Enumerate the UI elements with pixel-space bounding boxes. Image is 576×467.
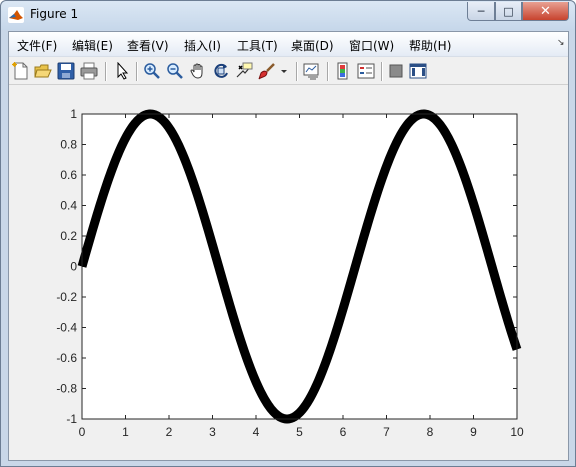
y-tick-label: 0.4 <box>60 199 77 213</box>
x-tick-label: 9 <box>470 425 477 439</box>
y-tick-label: 0 <box>70 260 77 274</box>
toolbar-separator <box>381 62 382 81</box>
toolbar-separator <box>296 62 297 81</box>
y-tick-label: 1 <box>70 107 77 121</box>
rotate-3d-icon[interactable] <box>212 62 230 80</box>
zoom-in-icon[interactable] <box>143 62 161 80</box>
toolbar-separator <box>136 62 137 81</box>
link-plot-icon[interactable] <box>303 62 321 80</box>
pan-hand-icon[interactable] <box>189 62 207 80</box>
show-plot-tools-icon[interactable] <box>409 62 427 80</box>
edit-plot-arrow-icon[interactable] <box>113 62 131 80</box>
x-tick-label: 5 <box>296 425 303 439</box>
x-tick-label: 3 <box>209 425 216 439</box>
x-tick-label: 6 <box>340 425 347 439</box>
menu-bar: 文件(F) 编辑(E) 查看(V) 插入(I) 工具(T) 桌面(D) 窗口(W… <box>9 32 568 57</box>
menu-help[interactable]: 帮助(H) <box>409 37 451 54</box>
toolbar-separator <box>105 62 106 81</box>
menu-view[interactable]: 查看(V) <box>127 37 169 54</box>
plot-area <box>82 114 517 419</box>
colorbar-icon[interactable] <box>334 62 352 80</box>
print-icon[interactable] <box>80 62 98 80</box>
toolbar-separator <box>327 62 328 81</box>
window-title: Figure 1 <box>30 7 79 21</box>
legend-icon[interactable] <box>357 62 375 80</box>
x-tick-label: 0 <box>79 425 86 439</box>
axes[interactable]: 0 1 2 3 4 5 6 7 8 9 10 -1 -0.8 -0.6 -0.4 -0.2 0 0.2 0.4 0.6… <box>56 107 524 439</box>
y-tick-label: 0.6 <box>60 168 77 182</box>
minimize-icon: ─ <box>477 4 485 18</box>
close-button[interactable]: ✕ <box>522 2 569 21</box>
minimize-button[interactable]: ─ <box>467 2 495 21</box>
figure-window: Figure 1 ─ □ ✕ 文件(F) 编辑(E) 查看(V) 插入(I) 工… <box>0 0 576 467</box>
y-tick-label: -0.4 <box>56 321 77 335</box>
x-tick-label: 7 <box>383 425 390 439</box>
zoom-out-icon[interactable] <box>166 62 184 80</box>
menu-edit[interactable]: 编辑(E) <box>72 37 113 54</box>
menu-window[interactable]: 窗口(W) <box>349 37 394 54</box>
close-icon: ✕ <box>540 3 551 19</box>
menu-file[interactable]: 文件(F) <box>17 37 57 54</box>
figure-toolbar <box>9 58 568 85</box>
y-tick-label: -0.8 <box>56 382 77 396</box>
brush-icon[interactable] <box>258 62 276 80</box>
x-tick-label: 2 <box>166 425 173 439</box>
x-tick-label: 4 <box>253 425 260 439</box>
y-tick-label: 0.2 <box>60 229 77 243</box>
maximize-button[interactable]: □ <box>495 2 522 21</box>
title-bar[interactable]: Figure 1 ─ □ ✕ <box>1 1 575 30</box>
figure-canvas: 0 1 2 3 4 5 6 7 8 9 10 -1 -0.8 -0.6 -0.4 -0.2 0 0.2 0.4 0.6… <box>9 86 568 460</box>
menu-tools[interactable]: 工具(T) <box>237 37 278 54</box>
y-tick-label: -1 <box>66 412 77 426</box>
open-file-icon[interactable] <box>34 62 52 80</box>
menu-insert[interactable]: 插入(I) <box>184 37 221 54</box>
y-tick-label: 0.8 <box>60 138 77 152</box>
menu-overflow-icon[interactable]: ↘ <box>557 38 565 48</box>
x-tick-label: 8 <box>427 425 434 439</box>
plot-svg: 0 1 2 3 4 5 6 7 8 9 10 -1 -0.8 -0.6 -0.4 -0.2 0 0.2 0.4 0.6… <box>56 107 524 439</box>
matlab-logo-icon <box>8 7 24 23</box>
y-tick-label: -0.2 <box>56 290 77 304</box>
data-cursor-icon[interactable] <box>235 62 253 80</box>
x-tick-label: 10 <box>510 425 524 439</box>
maximize-icon: □ <box>503 4 514 18</box>
new-figure-icon[interactable] <box>12 62 30 80</box>
x-tick-label: 1 <box>122 425 129 439</box>
save-icon[interactable] <box>57 62 75 80</box>
menu-desktop[interactable]: 桌面(D) <box>291 37 334 54</box>
brush-dropdown-icon[interactable] <box>280 62 288 80</box>
hide-plot-tools-icon[interactable] <box>387 62 405 80</box>
figure-client-area: 文件(F) 编辑(E) 查看(V) 插入(I) 工具(T) 桌面(D) 窗口(W… <box>8 31 569 461</box>
y-tick-label: -0.6 <box>56 351 77 365</box>
